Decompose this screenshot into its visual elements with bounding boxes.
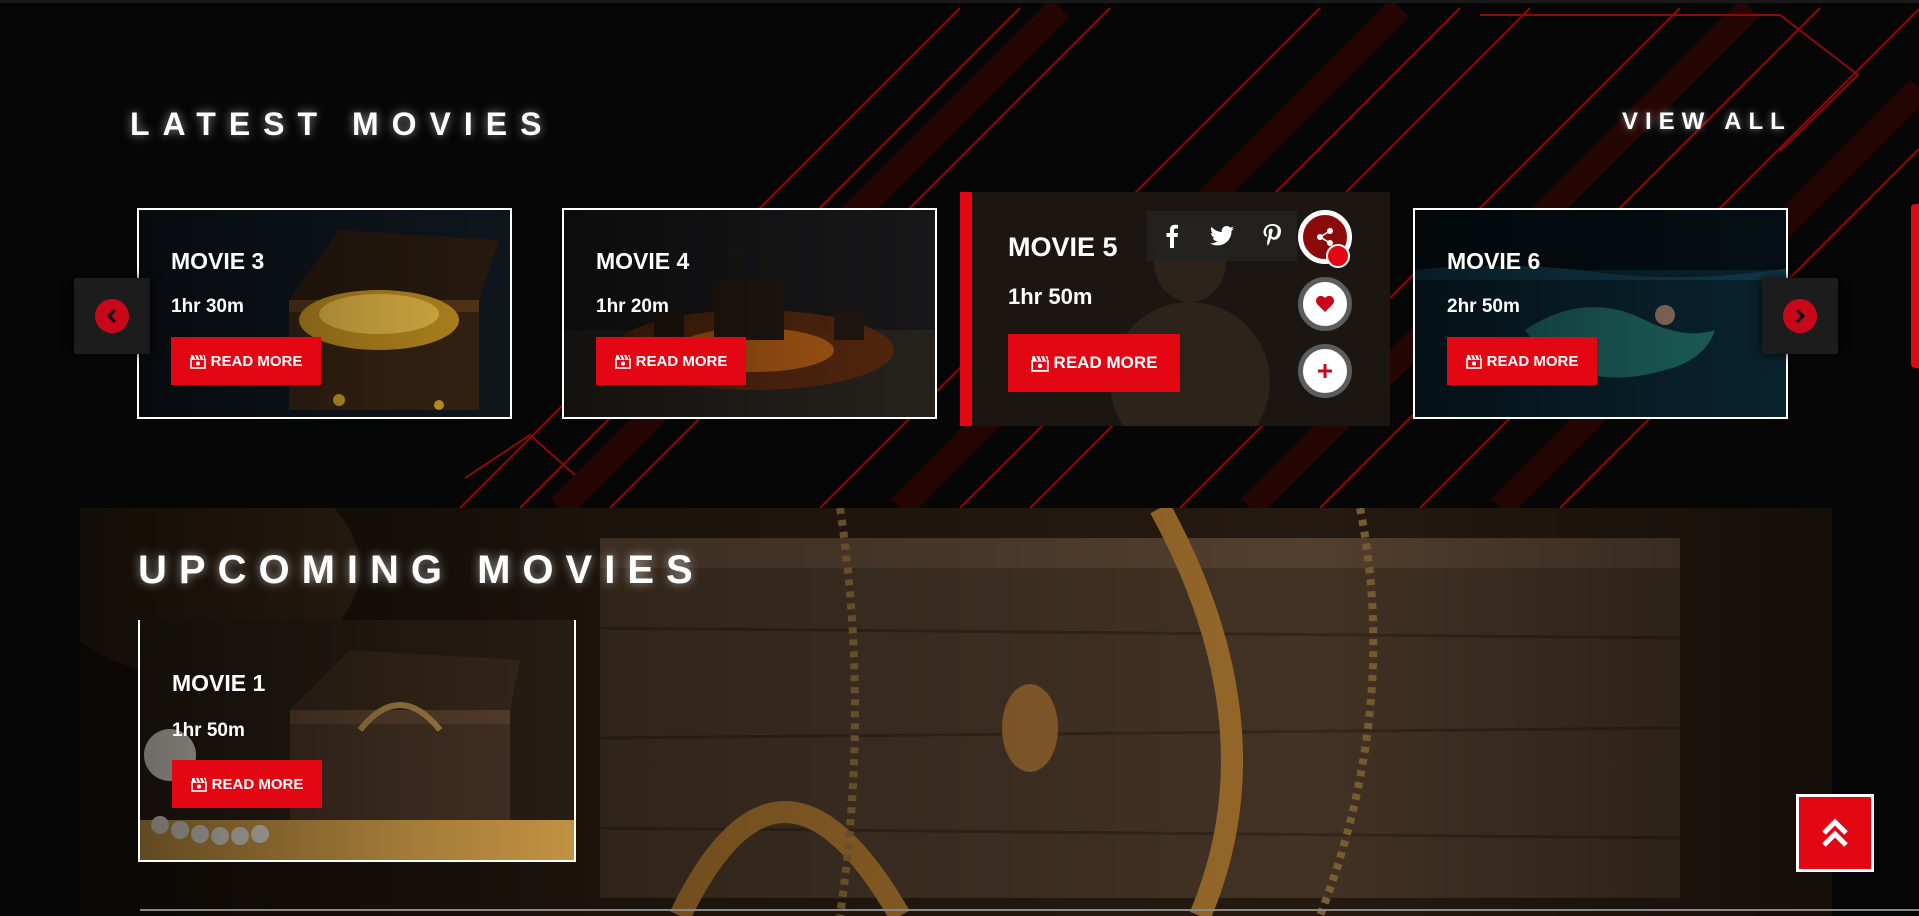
upcoming-movies-title: UPCOMING MOVIES xyxy=(138,548,705,592)
read-more-button[interactable]: READ MORE xyxy=(171,337,321,385)
active-card-accent xyxy=(960,192,972,426)
latest-movies-title: LATEST MOVIES xyxy=(130,106,555,142)
read-more-button[interactable]: READ MORE xyxy=(1447,337,1597,385)
read-more-button[interactable]: READ MORE xyxy=(1008,334,1180,392)
twitter-icon[interactable] xyxy=(1204,218,1240,254)
movie-duration: 1hr 50m xyxy=(1008,284,1093,309)
left-margin xyxy=(0,508,80,916)
clapperboard-icon xyxy=(190,777,207,792)
bottom-divider xyxy=(140,909,1919,911)
movie-card-3[interactable]: MOVIE 3 1hr 30m READ MORE xyxy=(137,208,512,419)
chevron-right-icon xyxy=(1795,308,1806,324)
view-all-link[interactable]: VIEW ALL xyxy=(1622,108,1792,136)
carousel-prev-button[interactable] xyxy=(74,278,150,354)
clapperboard-icon xyxy=(614,354,631,369)
movie-card-1[interactable]: MOVIE 1 1hr 50m READ MORE xyxy=(138,620,576,862)
read-more-button[interactable]: READ MORE xyxy=(172,760,322,808)
facebook-icon[interactable] xyxy=(1154,218,1190,254)
add-button[interactable] xyxy=(1298,344,1352,398)
clapperboard-icon xyxy=(1030,355,1049,372)
movie-duration: 1hr 30m xyxy=(171,296,244,317)
movie-title: MOVIE 4 xyxy=(596,248,690,274)
movie-card-6[interactable]: MOVIE 6 2hr 50m READ MORE xyxy=(1413,208,1788,419)
double-chevron-up-icon xyxy=(1822,818,1848,847)
clapperboard-icon xyxy=(189,354,206,369)
movie-card-4[interactable]: MOVIE 4 1hr 20m READ MORE xyxy=(562,208,937,419)
movie-title: MOVIE 3 xyxy=(171,248,265,274)
movie-duration: 1hr 20m xyxy=(596,296,669,317)
scroll-to-top-button[interactable] xyxy=(1796,794,1874,872)
share-indicator-dot xyxy=(1326,244,1350,268)
clapperboard-icon xyxy=(1465,354,1482,369)
read-more-button[interactable]: READ MORE xyxy=(596,337,746,385)
movie-title: MOVIE 6 xyxy=(1447,248,1541,274)
movie-title: MOVIE 1 xyxy=(172,670,266,696)
movie-duration: 1hr 50m xyxy=(172,720,245,741)
read-more-label: READ MORE xyxy=(1486,352,1579,370)
read-more-label: READ MORE xyxy=(1053,353,1158,372)
read-more-label: READ MORE xyxy=(210,352,303,370)
chevron-left-icon xyxy=(106,308,117,324)
read-more-label: READ MORE xyxy=(211,775,304,793)
heart-icon xyxy=(1316,296,1334,312)
movie-duration: 2hr 50m xyxy=(1447,296,1520,317)
favorite-button[interactable] xyxy=(1298,277,1352,331)
read-more-label: READ MORE xyxy=(635,352,728,370)
share-bar xyxy=(1147,211,1297,261)
carousel-next-button[interactable] xyxy=(1762,278,1838,354)
share-icon xyxy=(1317,228,1333,246)
plus-icon xyxy=(1318,364,1332,378)
movie-title: MOVIE 5 xyxy=(1008,232,1118,262)
page-scroll-indicator[interactable] xyxy=(1911,204,1919,368)
pinterest-icon[interactable] xyxy=(1254,218,1290,254)
